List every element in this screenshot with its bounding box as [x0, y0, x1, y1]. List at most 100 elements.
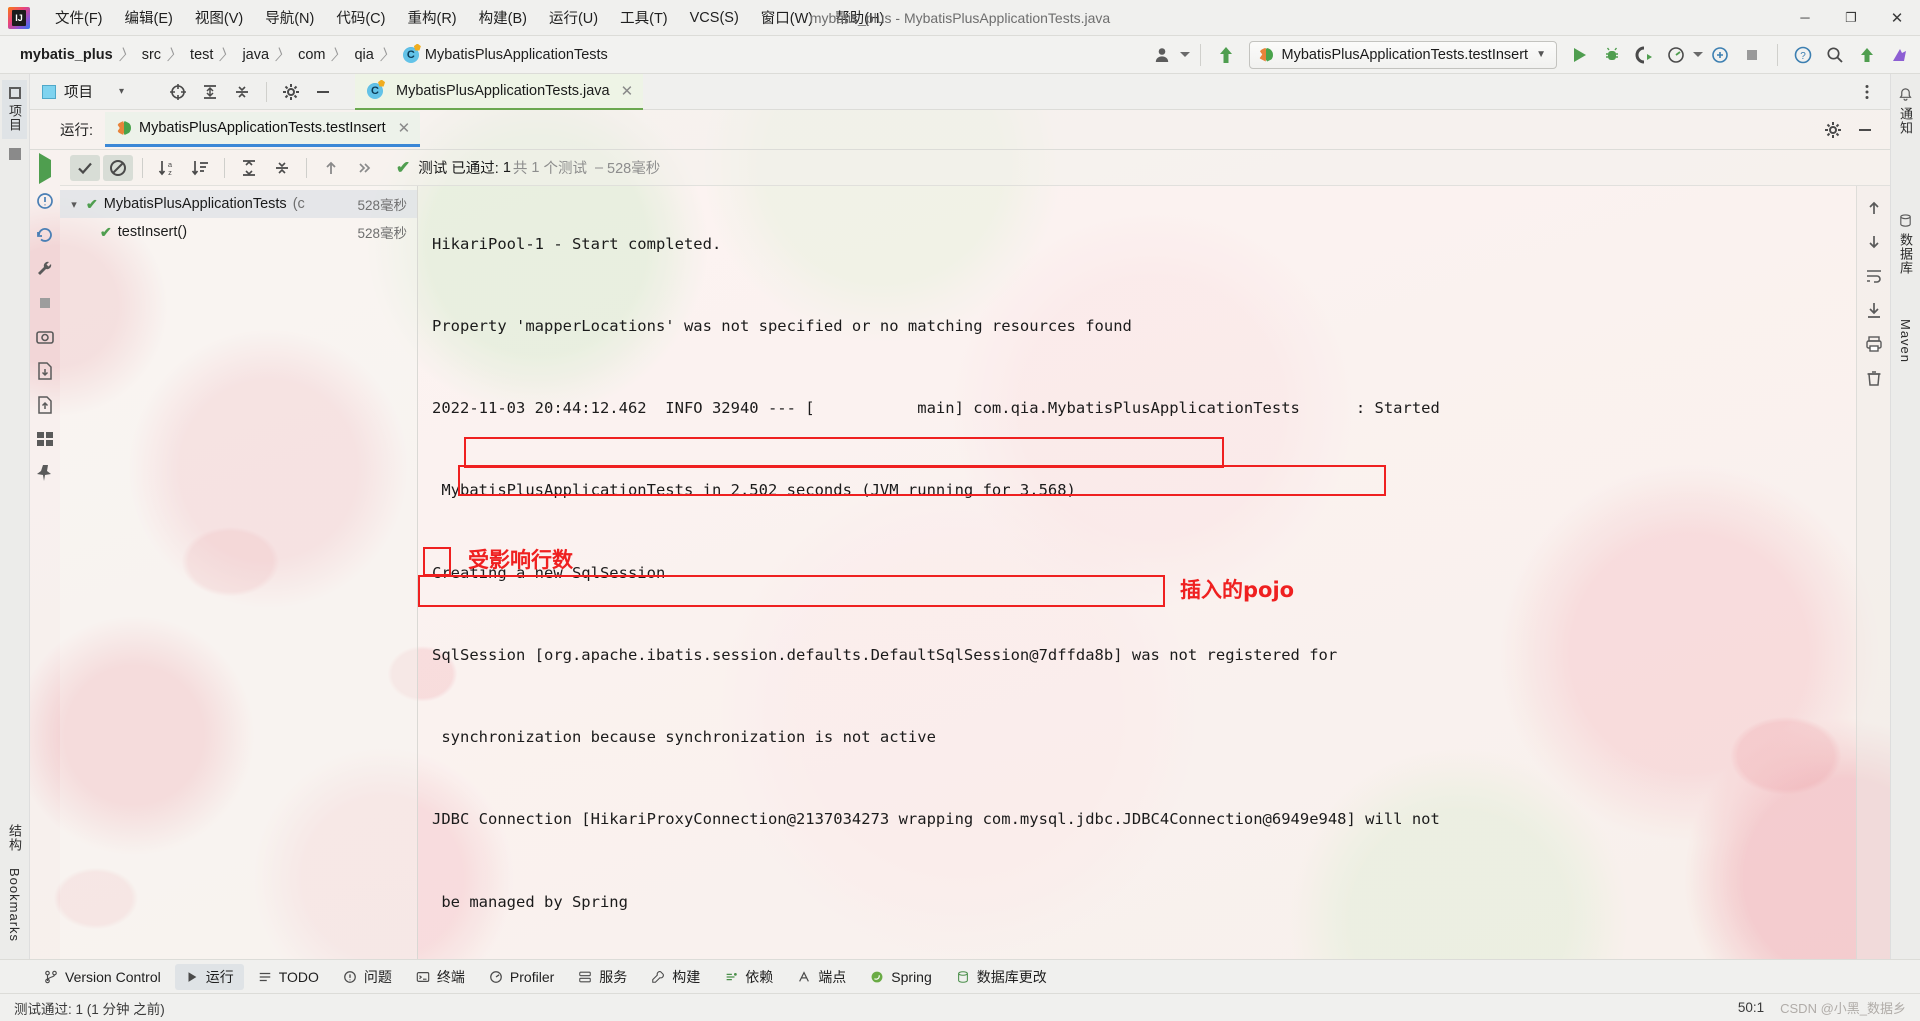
bottom-item-endpoints[interactable]: 端点 [787, 964, 856, 990]
console-output[interactable]: HikariPool-1 - Start completed. Property… [418, 186, 1856, 959]
run-configuration-selector[interactable]: MybatisPlusApplicationTests.testInsert ▼ [1249, 40, 1557, 69]
close-button[interactable]: ✕ [1874, 0, 1920, 36]
bottom-item-services[interactable]: 服务 [568, 964, 637, 990]
bottom-item-run[interactable]: 运行 [174, 963, 244, 990]
collapse-all-icon[interactable] [228, 79, 256, 105]
update-project-icon[interactable] [1211, 41, 1241, 69]
hide-run-window-icon[interactable] [1850, 116, 1880, 144]
attach-debugger-icon[interactable] [1705, 41, 1735, 69]
close-icon[interactable]: ✕ [617, 82, 634, 100]
breadcrumb-item-qia[interactable]: qia [348, 45, 379, 65]
menu-edit[interactable]: 编辑(E) [114, 3, 184, 32]
sidebar-item-project[interactable]: 项目 [2, 80, 27, 139]
sidebar-item-structure-top[interactable] [6, 141, 24, 167]
profile-button[interactable] [1661, 41, 1691, 69]
bottom-item-dependencies[interactable]: 依赖 [714, 964, 783, 990]
user-account-icon[interactable] [1148, 41, 1178, 69]
hide-toolwindow-icon[interactable] [309, 79, 337, 105]
bottom-item-database-changes[interactable]: 数据库更改 [946, 964, 1057, 990]
show-ignored-tests-toggle[interactable] [103, 154, 133, 181]
breadcrumb-item-com[interactable]: com [292, 45, 331, 65]
gear-icon[interactable] [277, 79, 305, 105]
print-icon[interactable] [1864, 334, 1884, 354]
run-config-dropdown-icon[interactable]: ▼ [1536, 49, 1546, 60]
clear-console-icon[interactable] [1864, 368, 1884, 388]
scroll-down-icon[interactable] [1864, 232, 1884, 252]
breadcrumb[interactable]: mybatis_plus 〉 src 〉 test 〉 java 〉 com 〉… [14, 44, 614, 65]
scroll-up-icon[interactable] [1864, 198, 1884, 218]
bottom-item-todo[interactable]: TODO [248, 964, 329, 990]
sidebar-item-database[interactable]: 数据库 [1893, 206, 1918, 282]
breadcrumb-item-src[interactable]: src [136, 45, 167, 65]
stop-process-icon[interactable] [34, 292, 56, 314]
sort-by-duration-icon[interactable] [185, 155, 215, 181]
window-controls[interactable]: ─ ❐ ✕ [1782, 0, 1920, 36]
user-account-caret-icon[interactable] [1180, 52, 1191, 57]
sidebar-item-bookmarks[interactable]: Bookmarks [4, 861, 25, 949]
menu-refactor[interactable]: 重构(R) [396, 3, 467, 32]
ide-updates-icon[interactable] [1852, 41, 1882, 69]
import-test-results-icon[interactable] [34, 394, 56, 416]
menu-help[interactable]: 帮助(H) [824, 3, 895, 32]
previous-failed-test-icon[interactable] [316, 155, 346, 181]
debug-button[interactable] [1597, 41, 1627, 69]
project-tab[interactable]: 项目 ▾ [42, 81, 124, 102]
layout-settings-icon[interactable] [34, 428, 56, 450]
menu-file[interactable]: 文件(F) [44, 3, 114, 32]
sidebar-item-maven[interactable]: Maven [1895, 312, 1916, 370]
menu-navigate[interactable]: 导航(N) [254, 3, 325, 32]
breadcrumb-item-java[interactable]: java [236, 45, 275, 65]
profile-dropdown-caret-icon[interactable] [1693, 52, 1703, 57]
select-opened-file-icon[interactable] [164, 79, 192, 105]
project-view-dropdown-icon[interactable]: ▾ [119, 86, 124, 97]
breadcrumb-item-class[interactable]: C MybatisPlusApplicationTests [397, 45, 614, 65]
run-button[interactable] [1565, 41, 1595, 69]
expand-all-icon[interactable] [234, 155, 264, 181]
menu-tools[interactable]: 工具(T) [609, 3, 679, 32]
more-toolbar-actions-icon[interactable] [349, 155, 379, 181]
caret-position[interactable]: 50:1 [1738, 1000, 1764, 1015]
menu-window[interactable]: 窗口(W) [750, 3, 824, 32]
bottom-item-version-control[interactable]: Version Control [34, 964, 171, 990]
run-with-coverage-button[interactable] [1629, 41, 1659, 69]
menu-run[interactable]: 运行(U) [538, 3, 609, 32]
run-tab-testinsert[interactable]: MybatisPlusApplicationTests.testInsert ✕ [105, 112, 421, 147]
breadcrumb-item-test[interactable]: test [184, 45, 219, 65]
test-tree-node-testinsert[interactable]: ✔ testInsert() 528毫秒 [60, 218, 417, 246]
minimize-button[interactable]: ─ [1782, 0, 1828, 36]
stop-button[interactable] [1737, 41, 1767, 69]
screenshot-icon[interactable] [34, 326, 56, 348]
expand-all-icon[interactable] [196, 79, 224, 105]
chevron-down-icon[interactable]: ▾ [68, 198, 80, 211]
menu-vcs[interactable]: VCS(S) [679, 6, 750, 30]
settings-wrench-icon[interactable] [34, 258, 56, 280]
sort-alphabetically-icon[interactable]: az [152, 155, 182, 181]
menu-code[interactable]: 代码(C) [325, 3, 396, 32]
more-options-icon[interactable] [1852, 78, 1882, 106]
rerun-automatically-icon[interactable] [34, 224, 56, 246]
search-icon[interactable] [1820, 41, 1850, 69]
editor-tab-mybatisplusapplicationtests[interactable]: C MybatisPlusApplicationTests.java ✕ [355, 73, 644, 110]
collapse-all-icon[interactable] [267, 155, 297, 181]
test-tree[interactable]: ▾ ✔ MybatisPlusApplicationTests (c 528毫秒… [60, 186, 418, 959]
rerun-button[interactable] [39, 153, 51, 184]
bottom-item-spring[interactable]: Spring [860, 964, 941, 990]
breadcrumb-item-mybatis-plus[interactable]: mybatis_plus [14, 45, 119, 65]
pin-tab-icon[interactable] [34, 462, 56, 484]
rerun-failed-tests-button[interactable] [34, 190, 56, 212]
help-icon[interactable]: ? [1788, 41, 1818, 69]
bottom-item-terminal[interactable]: 终端 [406, 964, 475, 990]
maximize-button[interactable]: ❐ [1828, 0, 1874, 36]
soft-wrap-icon[interactable] [1864, 266, 1884, 286]
gear-icon[interactable] [1818, 116, 1848, 144]
menu-bar[interactable]: 文件(F) 编辑(E) 视图(V) 导航(N) 代码(C) 重构(R) 构建(B… [44, 3, 895, 32]
sidebar-item-structure[interactable]: 结构 [2, 817, 27, 859]
show-passed-tests-toggle[interactable] [70, 154, 100, 181]
export-test-results-icon[interactable] [34, 360, 56, 382]
menu-view[interactable]: 视图(V) [184, 3, 254, 32]
menu-build[interactable]: 构建(B) [468, 3, 538, 32]
ai-assistant-icon[interactable] [1884, 41, 1914, 69]
sidebar-item-notifications[interactable]: 通知 [1893, 80, 1918, 142]
bottom-item-problems[interactable]: 问题 [333, 964, 402, 990]
scroll-to-end-icon[interactable] [1864, 300, 1884, 320]
